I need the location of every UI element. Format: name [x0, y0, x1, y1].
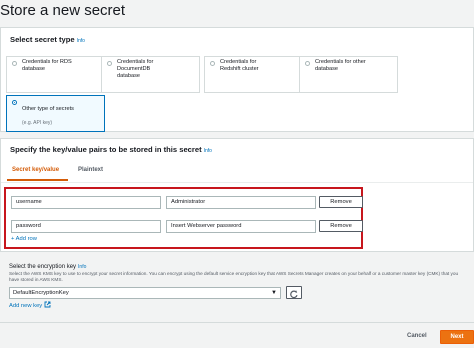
- option-documentdb-credentials[interactable]: Credentials for DocumentDB database: [101, 56, 200, 93]
- secret-type-heading: Select secret type Info: [10, 35, 85, 44]
- option-title: Other type of secrets: [22, 106, 74, 112]
- secret-type-panel: Select secret type Info Credentials for R…: [0, 27, 474, 132]
- refresh-icon: [290, 290, 298, 299]
- tab-plaintext[interactable]: Plaintext: [78, 167, 103, 173]
- key-value-heading: Specify the key/value pairs to be stored…: [10, 145, 212, 154]
- encryption-key-selected: DefaultEncryptionKey: [13, 290, 69, 296]
- tab-divider: [1, 182, 473, 183]
- encryption-info-link[interactable]: Info: [78, 264, 86, 270]
- radio-icon[interactable]: [210, 61, 215, 66]
- active-tab-indicator: [7, 179, 68, 181]
- option-label: Credentials for RDS database: [22, 59, 72, 72]
- key-input[interactable]: password: [11, 220, 161, 233]
- footer-divider: [0, 322, 474, 323]
- radio-icon[interactable]: [12, 61, 17, 66]
- next-button[interactable]: Next: [440, 330, 474, 344]
- option-label: Credentials for other database: [315, 59, 366, 72]
- value-input[interactable]: Administrator: [166, 196, 316, 209]
- option-redshift-credentials[interactable]: Credentials for Redshift cluster: [204, 56, 303, 93]
- radio-icon[interactable]: [107, 61, 112, 66]
- add-new-key-link[interactable]: Add new key: [9, 301, 51, 309]
- option-other-db-credentials[interactable]: Credentials for other database: [299, 56, 398, 93]
- secret-type-info-link[interactable]: Info: [77, 38, 85, 44]
- option-label: Credentials for Redshift cluster: [220, 59, 259, 72]
- key-value-info-link[interactable]: Info: [204, 148, 212, 154]
- option-label: Other type of secrets (e.g. API key): [22, 99, 101, 127]
- radio-icon[interactable]: [305, 61, 310, 66]
- value-input[interactable]: Insert Webserver password: [166, 220, 316, 233]
- remove-row-button[interactable]: Remove: [319, 220, 363, 232]
- caret-down-icon: ▼: [271, 290, 277, 296]
- add-row-link[interactable]: + Add row: [11, 236, 37, 242]
- external-link-icon: [44, 301, 51, 308]
- option-rds-credentials[interactable]: Credentials for RDS database: [6, 56, 105, 93]
- encryption-key-select[interactable]: DefaultEncryptionKey ▼: [9, 287, 281, 299]
- option-label: Credentials for DocumentDB database: [117, 59, 154, 79]
- encryption-description: Select the AWS KMS key to use to encrypt…: [9, 271, 459, 282]
- remove-row-button[interactable]: Remove: [319, 196, 363, 208]
- radio-selected-icon[interactable]: [12, 100, 17, 105]
- refresh-button[interactable]: [286, 286, 302, 299]
- cancel-button[interactable]: Cancel: [407, 333, 427, 339]
- encryption-key-label: Select the encryption key Info: [9, 264, 87, 270]
- page-title: Store a new secret: [0, 2, 126, 19]
- key-value-panel: Specify the key/value pairs to be stored…: [0, 138, 474, 252]
- option-subtitle: (e.g. API key): [22, 120, 53, 126]
- option-other-secrets[interactable]: Other type of secrets (e.g. API key): [6, 95, 105, 132]
- tab-secret-key-value[interactable]: Secret key/value: [12, 167, 59, 173]
- key-input[interactable]: username: [11, 196, 161, 209]
